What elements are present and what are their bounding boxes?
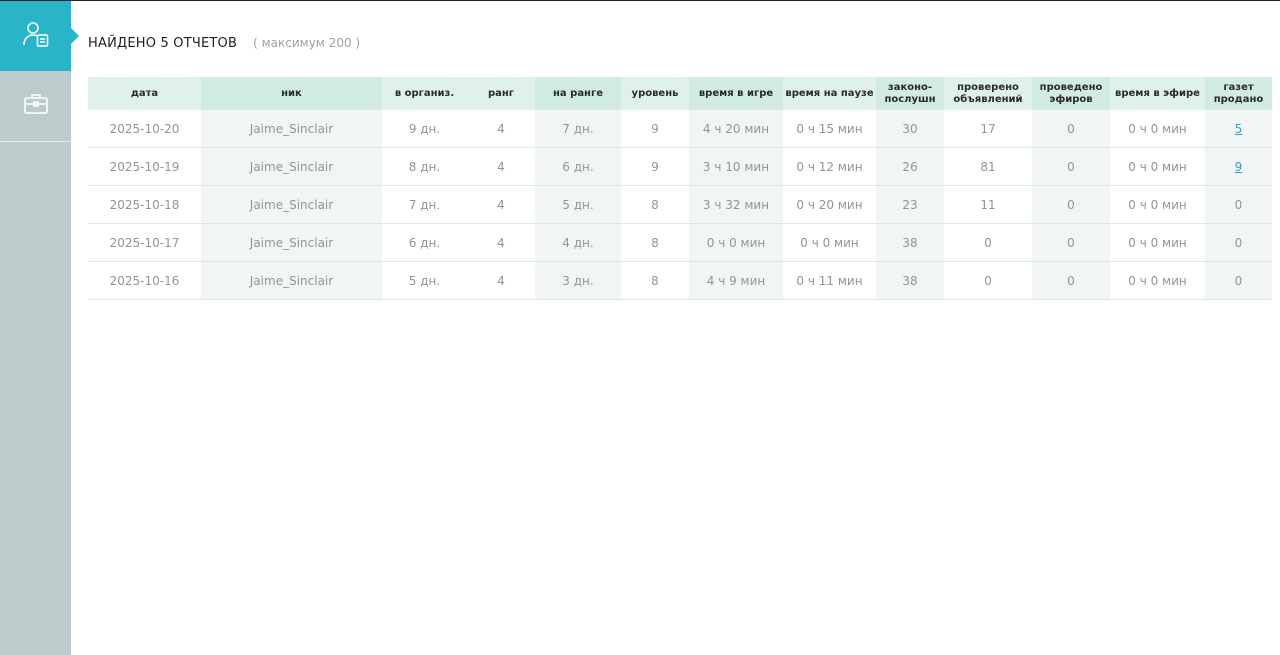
table-cell: 0 [1032,185,1110,224]
table-cell: 0 [1032,223,1110,262]
table-cell: 0 ч 0 мин [783,223,876,262]
table-cell: Jaime_Sinclair [201,223,382,262]
user-report-icon [22,20,50,52]
column-header[interactable]: проведено эфиров [1032,77,1110,110]
table-cell: 26 [876,147,944,186]
table-row: 2025-10-18 Jaime_Sinclair 7 дн. 4 5 дн. 8 3 ч … [88,185,1272,224]
table-cell: 0 ч 0 мин [1110,110,1205,148]
column-header[interactable]: время в игре [689,77,783,110]
table-cell: 81 [944,147,1032,186]
column-header[interactable]: ранг [467,77,535,110]
table-cell: 4 [467,261,535,300]
table-cell: 0 [1205,261,1272,300]
table-cell: Jaime_Sinclair [201,261,382,300]
table-cell: 0 ч 0 мин [689,223,783,262]
table-cell: 0 [1032,110,1110,148]
table-cell: 4 ч 20 мин [689,110,783,148]
column-header[interactable]: законо-послушн [876,77,944,110]
table-cell: 23 [876,185,944,224]
table-cell: 4 дн. [535,223,621,262]
table-cell: 0 ч 11 мин [783,261,876,300]
table-cell: 0 ч 0 мин [1110,223,1205,262]
page-subtitle: ( максимум 200 ) [253,36,361,50]
table-cell: 4 [467,185,535,224]
top-border [0,0,1280,1]
table-cell: 4 ч 9 мин [689,261,783,300]
table-cell: 2025-10-17 [88,223,201,262]
table-cell: 5 дн. [535,185,621,224]
column-header[interactable]: проверено объявлений [944,77,1032,110]
table-cell: Jaime_Sinclair [201,185,382,224]
newspapers-sold-link[interactable]: 5 [1235,122,1243,136]
newspapers-sold-link[interactable]: 9 [1235,160,1243,174]
table-cell: 8 [621,223,689,262]
table-cell: 5 [1205,110,1272,148]
table-cell: 0 [1032,147,1110,186]
table-row: 2025-10-20 Jaime_Sinclair 9 дн. 4 7 дн. 9 4 ч … [88,110,1272,148]
table-cell: 2025-10-16 [88,261,201,300]
table-cell: 2025-10-19 [88,147,201,186]
page-title: НАЙДЕНО 5 ОТЧЕТОВ [88,36,238,51]
table-cell: 9 [1205,147,1272,186]
table-cell: 3 дн. [535,261,621,300]
column-header[interactable]: дата [88,77,201,110]
table-cell: 6 дн. [535,147,621,186]
sidebar-divider [0,141,71,142]
table-cell: 0 [1032,261,1110,300]
reports-table: дата ник в организ. ранг на ранге уровень врем… [88,77,1272,300]
table-row: 2025-10-19 Jaime_Sinclair 8 дн. 4 6 дн. 9 3 ч … [88,147,1272,186]
table-cell: 7 дн. [382,185,467,224]
table-cell: Jaime_Sinclair [201,147,382,186]
table-cell: 38 [876,223,944,262]
table-cell: 8 [621,261,689,300]
sidebar-item-organization[interactable] [0,71,71,141]
table-row: 2025-10-17 Jaime_Sinclair 6 дн. 4 4 дн. 8 0 ч … [88,223,1272,262]
column-header[interactable]: время на паузе [783,77,876,110]
column-header[interactable]: газет продано [1205,77,1272,110]
table-cell: 3 ч 32 мин [689,185,783,224]
table-cell: 8 [621,185,689,224]
table-cell: 2025-10-20 [88,110,201,148]
table-cell: 0 ч 0 мин [1110,261,1205,300]
briefcase-icon [23,92,49,120]
table-cell: 0 ч 12 мин [783,147,876,186]
table-cell: 6 дн. [382,223,467,262]
column-header[interactable]: на ранге [535,77,621,110]
table-body: 2025-10-20 Jaime_Sinclair 9 дн. 4 7 дн. 9 4 ч … [88,110,1272,300]
table-cell: 4 [467,223,535,262]
table-cell: Jaime_Sinclair [201,110,382,148]
table-cell: 4 [467,110,535,148]
table-row: 2025-10-16 Jaime_Sinclair 5 дн. 4 3 дн. 8 4 ч … [88,261,1272,300]
table-cell: 0 ч 0 мин [1110,147,1205,186]
sidebar-item-reports[interactable] [0,1,79,71]
page-heading: НАЙДЕНО 5 ОТЧЕТОВ ( максимум 200 ) [88,36,360,51]
table-cell: 7 дн. [535,110,621,148]
table-cell: 38 [876,261,944,300]
table-cell: 0 ч 0 мин [1110,185,1205,224]
table-cell: 0 [944,223,1032,262]
table-cell: 5 дн. [382,261,467,300]
column-header[interactable]: ник [201,77,382,110]
table-header-row: дата ник в организ. ранг на ранге уровень врем… [88,77,1272,110]
table-cell: 0 [1205,185,1272,224]
table-cell: 9 [621,110,689,148]
table-cell: 0 ч 15 мин [783,110,876,148]
table-cell: 9 дн. [382,110,467,148]
table-cell: 0 ч 20 мин [783,185,876,224]
table-cell: 11 [944,185,1032,224]
column-header[interactable]: уровень [621,77,689,110]
table-cell: 30 [876,110,944,148]
table-cell: 0 [944,261,1032,300]
sidebar [0,1,79,655]
table-cell: 2025-10-18 [88,185,201,224]
table-cell: 4 [467,147,535,186]
table-cell: 8 дн. [382,147,467,186]
column-header[interactable]: в организ. [382,77,467,110]
column-header[interactable]: время в эфире [1110,77,1205,110]
table-cell: 17 [944,110,1032,148]
table-cell: 9 [621,147,689,186]
table-cell: 0 [1205,223,1272,262]
table-cell: 3 ч 10 мин [689,147,783,186]
